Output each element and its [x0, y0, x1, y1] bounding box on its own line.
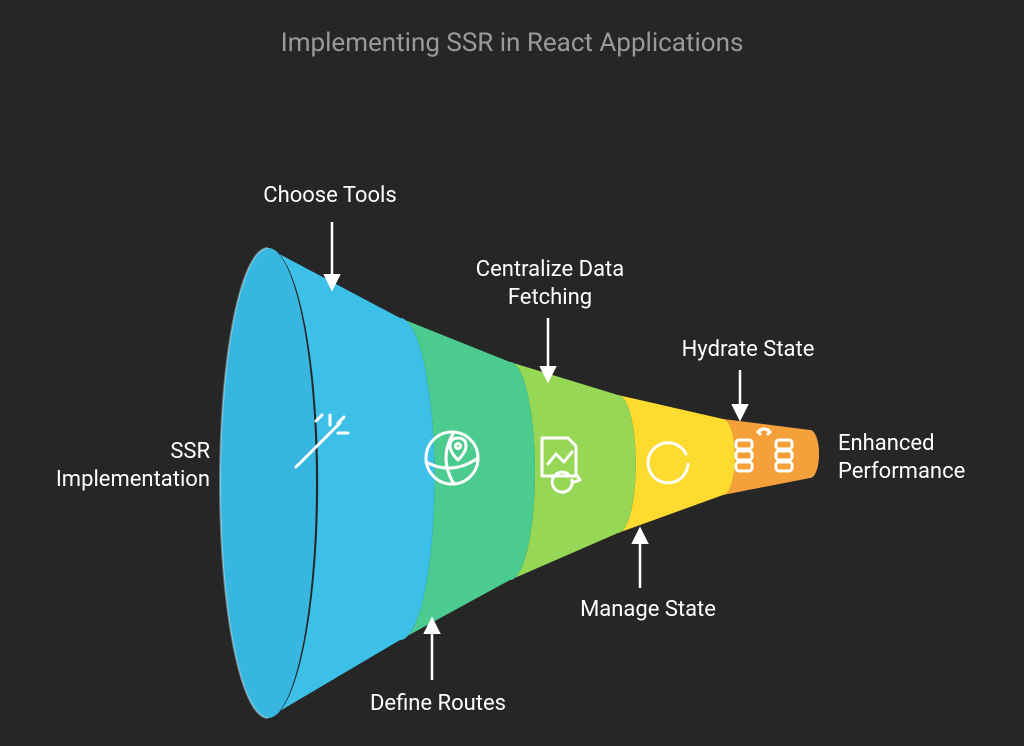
left-label: SSR Implementation: [20, 438, 210, 493]
funnel-end-cap: [801, 430, 819, 478]
label-choose-tools: Choose Tools: [230, 182, 430, 210]
right-label: Enhanced Performance: [838, 430, 1008, 485]
label-centralize: Centralize Data Fetching: [440, 256, 660, 311]
label-manage-state: Manage State: [548, 596, 748, 624]
label-hydrate: Hydrate State: [648, 336, 848, 364]
funnel-diagram: [0, 0, 1024, 746]
label-define-routes: Define Routes: [338, 690, 538, 718]
